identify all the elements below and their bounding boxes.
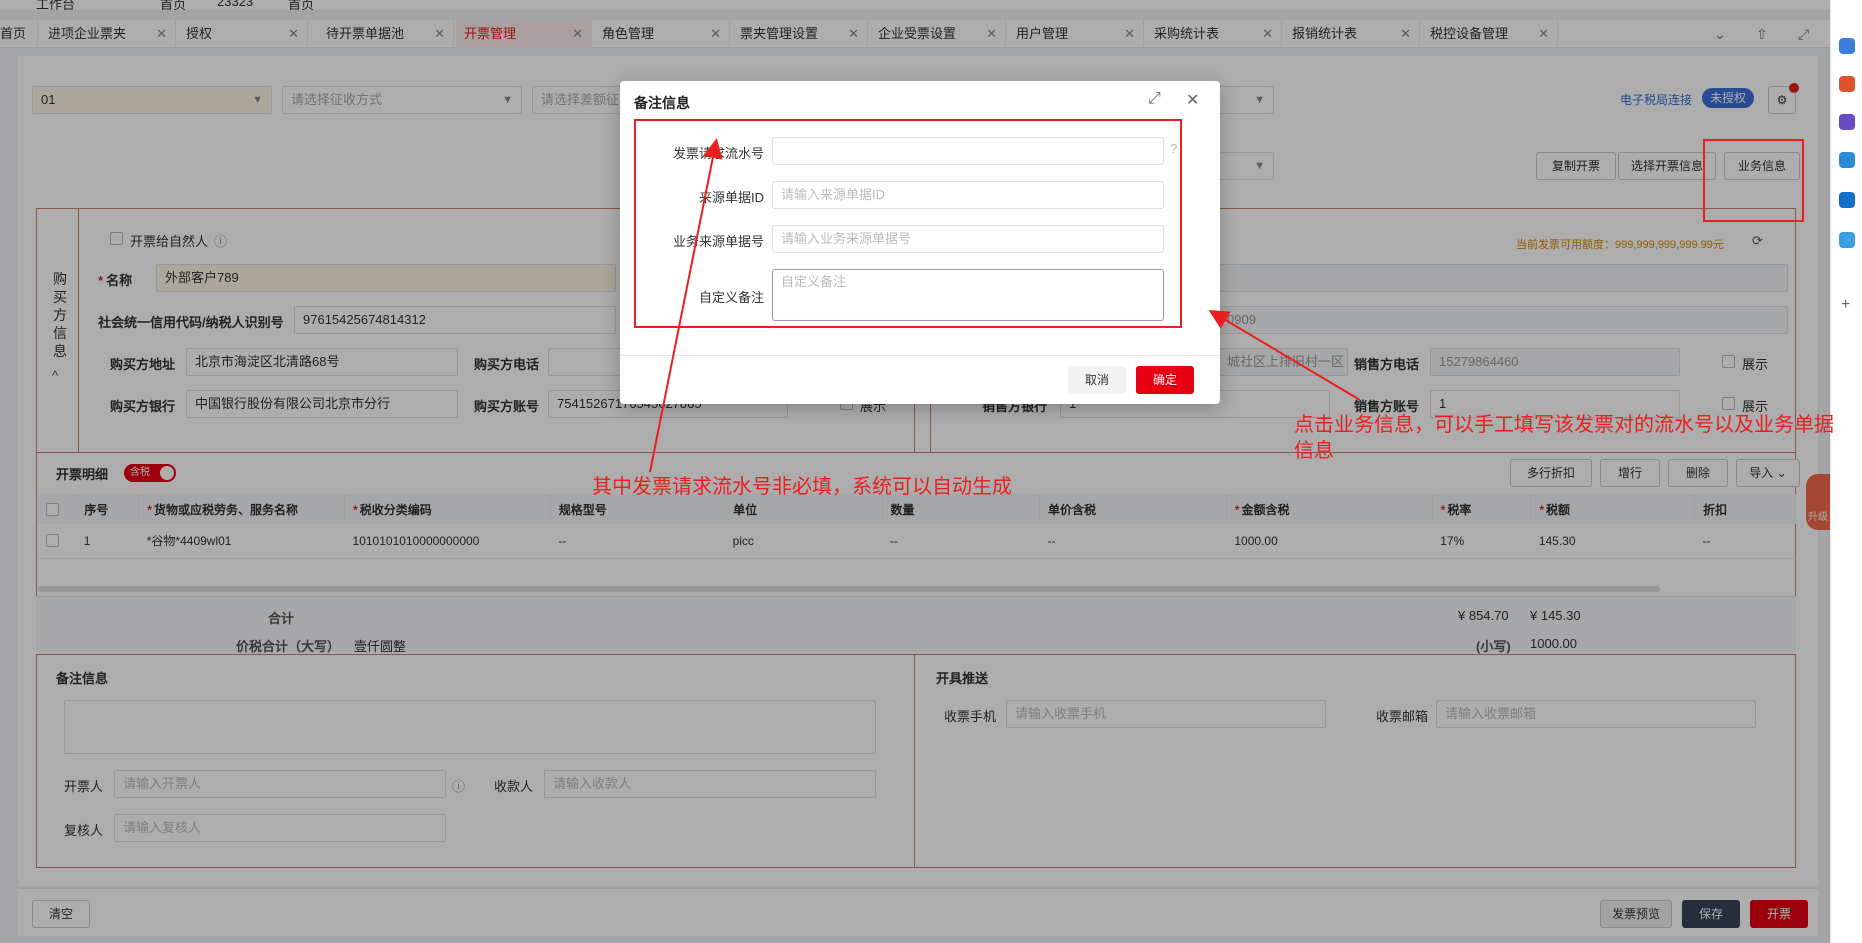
send-icon[interactable] [1839,232,1855,248]
right-sidebar: + [1830,0,1862,943]
copilot-icon[interactable] [1839,152,1855,168]
business-info-annotation: 点击业务信息，可以手工填写该发票对的流水号以及业务单据信息 [1294,414,1834,462]
people-icon[interactable] [1839,114,1855,130]
add-icon[interactable]: + [1841,296,1850,314]
outlook-icon[interactable] [1839,192,1855,208]
app-icon[interactable] [1839,38,1855,54]
serial-annotation: 其中发票请求流水号非必填，系统可以自动生成 [592,476,1012,498]
briefcase-icon[interactable] [1839,76,1855,92]
annotation-arrows [649,138,1361,473]
